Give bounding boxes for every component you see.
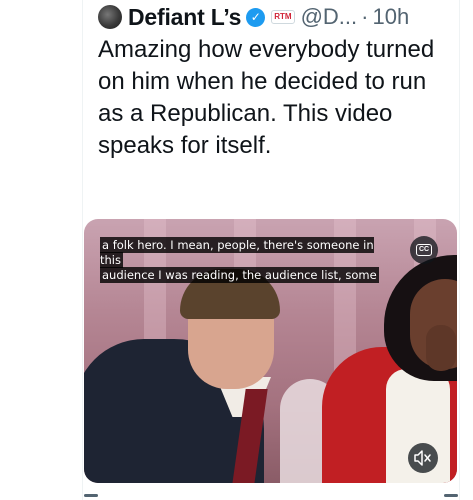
share-icon[interactable] <box>444 494 458 497</box>
tweet-header: Defiant L’s ✓ RTM @D... · 10h <box>98 2 458 32</box>
muted-speaker-icon <box>414 450 431 466</box>
display-name[interactable]: Defiant L’s <box>128 4 241 31</box>
caption-line: a folk hero. I mean, people, there's som… <box>100 237 374 268</box>
cc-icon: CC <box>415 244 433 256</box>
timestamp[interactable]: 10h <box>372 4 409 30</box>
closed-captions-button[interactable]: CC <box>410 236 438 264</box>
woman-hand <box>426 325 456 371</box>
verified-badge-icon: ✓ <box>246 7 266 27</box>
avatar[interactable] <box>98 5 122 29</box>
user-handle[interactable]: @D... <box>301 4 358 30</box>
separator-dot: · <box>361 4 369 29</box>
tweet-text: Amazing how everybody turned on him when… <box>98 36 435 159</box>
mute-toggle-button[interactable] <box>408 443 438 473</box>
action-bar <box>84 494 458 500</box>
reply-icon[interactable] <box>84 494 98 497</box>
video-caption: a folk hero. I mean, people, there's som… <box>100 237 400 283</box>
affiliation-badge[interactable]: RTM <box>271 10 295 24</box>
caption-line: audience I was reading, the audience lis… <box>100 267 379 283</box>
